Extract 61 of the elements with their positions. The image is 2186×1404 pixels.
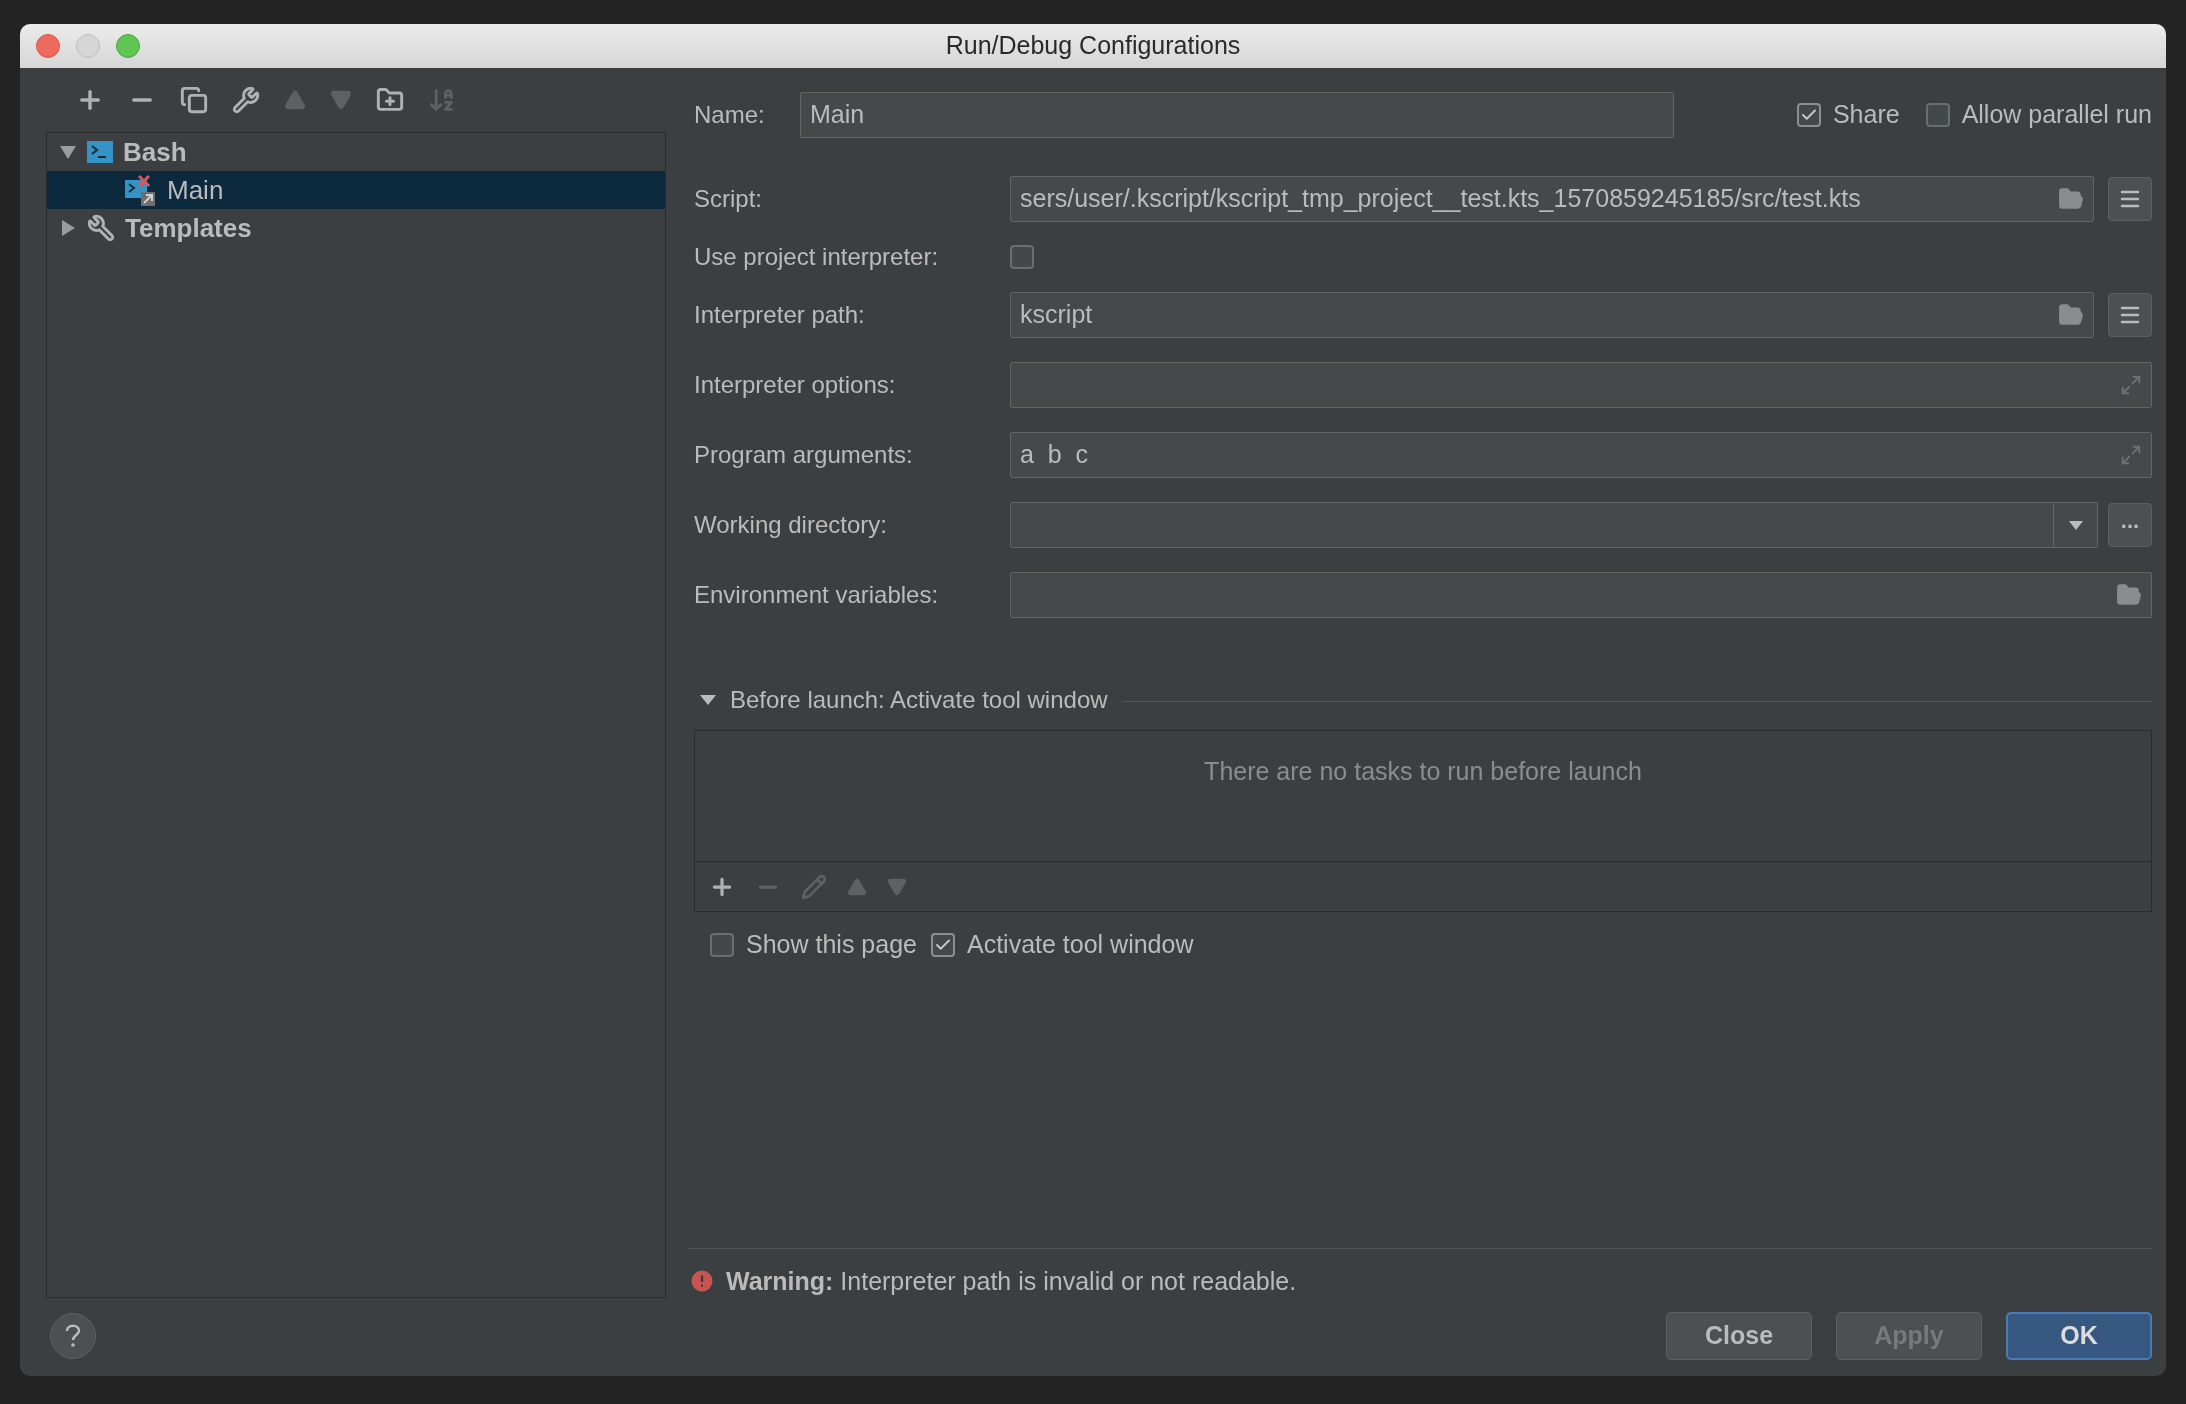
checkbox-label: Allow parallel run [1961, 99, 2152, 131]
text-field[interactable] [1010, 362, 2152, 408]
field-label: Interpreter path: [694, 300, 866, 330]
tree-item[interactable]: Templates [47, 209, 665, 247]
terminal-icon [87, 141, 113, 163]
collapse-arrow-icon[interactable] [59, 143, 77, 161]
tree-label: Main [167, 173, 224, 207]
tree-label: Templates [125, 211, 252, 245]
text-field[interactable]: a b c [1010, 432, 2152, 478]
checkbox[interactable] [1010, 245, 1034, 269]
tree-item[interactable]: Main [47, 171, 665, 209]
expand-icon[interactable] [2120, 444, 2142, 466]
minimize-window-button[interactable] [76, 34, 100, 58]
wrench-icon [87, 214, 115, 242]
terminal-error-icon [125, 174, 157, 206]
field-value: sers/user/.kscript/kscript_tmp_project__test.kts_1570859245185/src/test.kts [1020, 183, 1861, 215]
menu-button[interactable] [2108, 177, 2152, 221]
dropdown-arrow-icon[interactable] [2068, 520, 2083, 530]
zoom-window-button[interactable] [116, 34, 140, 58]
dialog-button[interactable]: Close [1666, 1312, 1812, 1360]
checkbox-label: Activate tool window [966, 929, 1194, 960]
window-title: Run/Debug Configurations [945, 30, 1241, 62]
checkbox[interactable] [930, 932, 955, 957]
copy-icon[interactable] [180, 86, 208, 114]
browse-button[interactable]: ... [2108, 503, 2152, 547]
field-label: Working directory: [694, 510, 888, 540]
checkbox[interactable] [1796, 103, 1821, 127]
tree-item[interactable]: Bash [47, 133, 665, 171]
new-folder-icon[interactable] [376, 86, 404, 114]
expand-arrow-icon[interactable] [59, 219, 77, 237]
path-field[interactable]: sers/user/.kscript/kscript_tmp_project__test.kts_1570859245185/src/test.kts [1010, 176, 2094, 222]
empty-list-text: There are no tasks to run before launch [1204, 756, 1642, 787]
folder-icon[interactable] [2058, 302, 2084, 328]
field-label: Program arguments: [694, 440, 914, 470]
field-label: Use project interpreter: [694, 242, 940, 272]
field-label: Interpreter options: [694, 370, 897, 400]
name-field[interactable]: Main [800, 92, 1674, 138]
checkbox-label: Share [1832, 99, 1900, 131]
tree-label: Bash [123, 135, 187, 169]
field-label: Script: [694, 184, 763, 214]
dialog-button[interactable]: OK [2006, 1312, 2152, 1360]
path-field[interactable]: kscript [1010, 292, 2094, 338]
wrench-icon[interactable] [232, 86, 260, 114]
checkbox-label: Show this page [746, 929, 917, 960]
field-value: a b c [1020, 439, 1089, 471]
field-value: kscript [1020, 299, 1093, 331]
field-label: Name: [694, 100, 766, 130]
folder-icon[interactable] [2058, 186, 2084, 212]
folder-icon[interactable] [2116, 582, 2142, 608]
collapse-arrow-icon[interactable] [700, 695, 716, 705]
text-field[interactable] [1010, 572, 2152, 618]
question-mark-icon [65, 1324, 81, 1348]
warning-message: Warning: Interpreter path is invalid or not readable. [726, 1265, 1297, 1297]
menu-button[interactable] [2108, 293, 2152, 337]
section-title: Before launch: Activate tool window [730, 685, 1108, 715]
close-window-button[interactable] [36, 34, 60, 58]
expand-icon[interactable] [2120, 374, 2142, 396]
field-label: Environment variables: [694, 580, 940, 610]
help-button[interactable] [50, 1313, 96, 1359]
checkbox[interactable] [1925, 103, 1950, 127]
checkbox[interactable] [710, 932, 734, 957]
